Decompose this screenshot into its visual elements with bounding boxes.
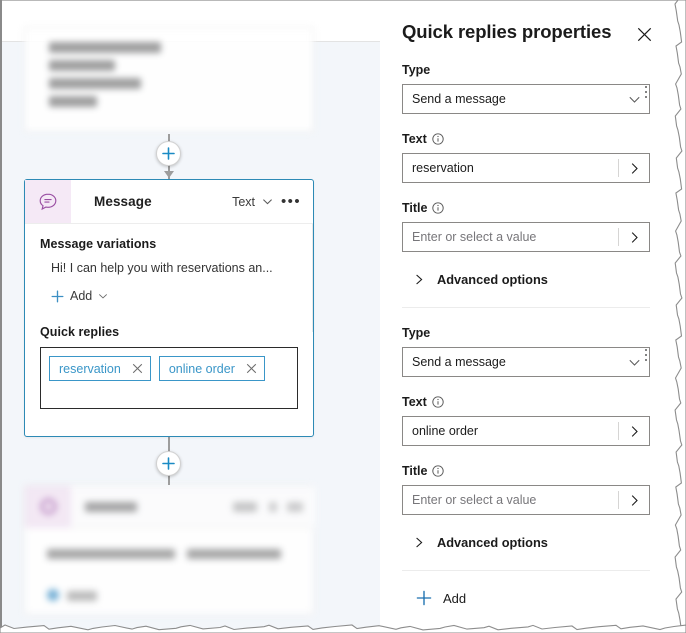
quick-reply-chip-label: online order bbox=[168, 361, 235, 376]
advanced-options-toggle[interactable]: Advanced options bbox=[402, 535, 650, 550]
text-value: reservation bbox=[412, 161, 474, 175]
node-add-variation-button[interactable]: Add bbox=[51, 289, 298, 303]
title-field-label-row: Title bbox=[402, 201, 650, 215]
type-value: Send a message bbox=[412, 92, 506, 106]
message-node-icon-tile bbox=[25, 180, 71, 223]
info-icon[interactable] bbox=[432, 396, 444, 408]
text-field-label-row: Text bbox=[402, 132, 650, 146]
add-node-button-top[interactable] bbox=[156, 141, 181, 166]
chevron-right-icon bbox=[416, 537, 423, 548]
node-add-label: Add bbox=[70, 289, 93, 303]
type-field-label-row: Type bbox=[402, 63, 650, 77]
text-label: Text bbox=[402, 395, 427, 409]
panel-title: Quick replies properties bbox=[402, 21, 612, 42]
message-bubble-icon bbox=[39, 193, 57, 210]
plus-icon bbox=[51, 290, 64, 302]
close-icon bbox=[637, 27, 651, 41]
advanced-options-toggle[interactable]: Advanced options bbox=[402, 272, 650, 287]
screenshot-root: Message Text ••• Message variations Hi! … bbox=[0, 0, 686, 633]
plus-icon bbox=[162, 147, 175, 160]
close-icon[interactable] bbox=[246, 363, 257, 374]
close-icon[interactable] bbox=[132, 363, 143, 374]
text-input[interactable]: online order bbox=[402, 416, 650, 446]
title-field-label-row: Title bbox=[402, 464, 650, 478]
expand-button[interactable] bbox=[619, 231, 649, 244]
blurred-node-above bbox=[24, 27, 314, 132]
title-placeholder: Enter or select a value bbox=[412, 493, 537, 507]
chevron-right-icon bbox=[416, 274, 423, 285]
crop-edge-right bbox=[674, 0, 686, 633]
quick-reply-chip[interactable]: online order bbox=[158, 356, 265, 381]
blurred-node-below bbox=[24, 485, 315, 615]
message-variation-text[interactable]: Hi! I can help you with reservations an.… bbox=[51, 261, 298, 275]
group-more-options-icon[interactable] bbox=[638, 83, 654, 101]
title-label: Title bbox=[402, 464, 428, 478]
group-divider bbox=[402, 570, 650, 571]
quick-reply-group: Type Send a message Text online order Ti… bbox=[380, 326, 672, 550]
info-icon[interactable] bbox=[432, 133, 444, 145]
expand-button[interactable] bbox=[619, 162, 649, 175]
chevron-down-icon[interactable] bbox=[98, 291, 108, 301]
type-dropdown[interactable]: Send a message bbox=[402, 347, 650, 377]
title-input[interactable]: Enter or select a value bbox=[402, 222, 650, 252]
message-type-label[interactable]: Text bbox=[232, 195, 255, 209]
flow-canvas[interactable]: Message Text ••• Message variations Hi! … bbox=[2, 1, 380, 632]
add-node-button-bottom[interactable] bbox=[156, 451, 181, 476]
advanced-options-label: Advanced options bbox=[437, 535, 548, 550]
chevron-right-icon bbox=[631, 231, 638, 243]
text-input[interactable]: reservation bbox=[402, 153, 650, 183]
expand-button[interactable] bbox=[619, 425, 649, 438]
message-node-more-icon[interactable]: ••• bbox=[280, 194, 302, 209]
message-node-body: Message variations Hi! I can help you wi… bbox=[25, 224, 313, 409]
message-node-header: Message Text ••• bbox=[25, 180, 313, 224]
info-icon[interactable] bbox=[432, 465, 445, 477]
type-label: Type bbox=[402, 326, 431, 340]
plus-icon bbox=[416, 590, 432, 606]
info-icon[interactable] bbox=[432, 202, 445, 214]
quick-replies-box[interactable]: reservation online order bbox=[40, 347, 298, 409]
plus-icon bbox=[162, 457, 175, 470]
chevron-right-icon bbox=[631, 162, 638, 174]
title-input[interactable]: Enter or select a value bbox=[402, 485, 650, 515]
message-node[interactable]: Message Text ••• Message variations Hi! … bbox=[24, 179, 314, 437]
message-node-header-actions: Text ••• bbox=[232, 194, 313, 209]
text-field-label-row: Text bbox=[402, 395, 650, 409]
title-label: Title bbox=[402, 201, 428, 215]
quick-reply-chip[interactable]: reservation bbox=[49, 356, 151, 381]
quick-reply-group: Type Send a message Text reservation Tit… bbox=[380, 63, 672, 287]
expand-button[interactable] bbox=[619, 494, 649, 507]
advanced-options-label: Advanced options bbox=[437, 272, 548, 287]
panel-add-button[interactable]: Add bbox=[380, 590, 672, 606]
type-field-label-row: Type bbox=[402, 326, 650, 340]
group-more-options-icon[interactable] bbox=[638, 346, 654, 364]
quick-replies-label: Quick replies bbox=[40, 325, 120, 339]
chevron-right-icon bbox=[631, 494, 638, 506]
message-variations-label: Message variations bbox=[40, 237, 157, 251]
group-divider bbox=[402, 307, 650, 308]
panel-header: Quick replies properties bbox=[380, 1, 672, 45]
connector-arrow-top bbox=[164, 171, 174, 178]
message-node-title: Message bbox=[94, 194, 152, 209]
quick-reply-chip-label: reservation bbox=[59, 361, 121, 376]
panel-close-button[interactable] bbox=[633, 23, 655, 45]
type-value: Send a message bbox=[412, 355, 506, 369]
text-value: online order bbox=[412, 424, 479, 438]
text-label: Text bbox=[402, 132, 427, 146]
chevron-right-icon bbox=[631, 425, 638, 437]
chevron-down-icon[interactable] bbox=[262, 196, 273, 207]
properties-panel: Quick replies properties Type Send a mes… bbox=[380, 1, 672, 632]
panel-add-label: Add bbox=[443, 590, 467, 606]
type-label: Type bbox=[402, 63, 431, 77]
title-placeholder: Enter or select a value bbox=[412, 230, 537, 244]
type-dropdown[interactable]: Send a message bbox=[402, 84, 650, 114]
